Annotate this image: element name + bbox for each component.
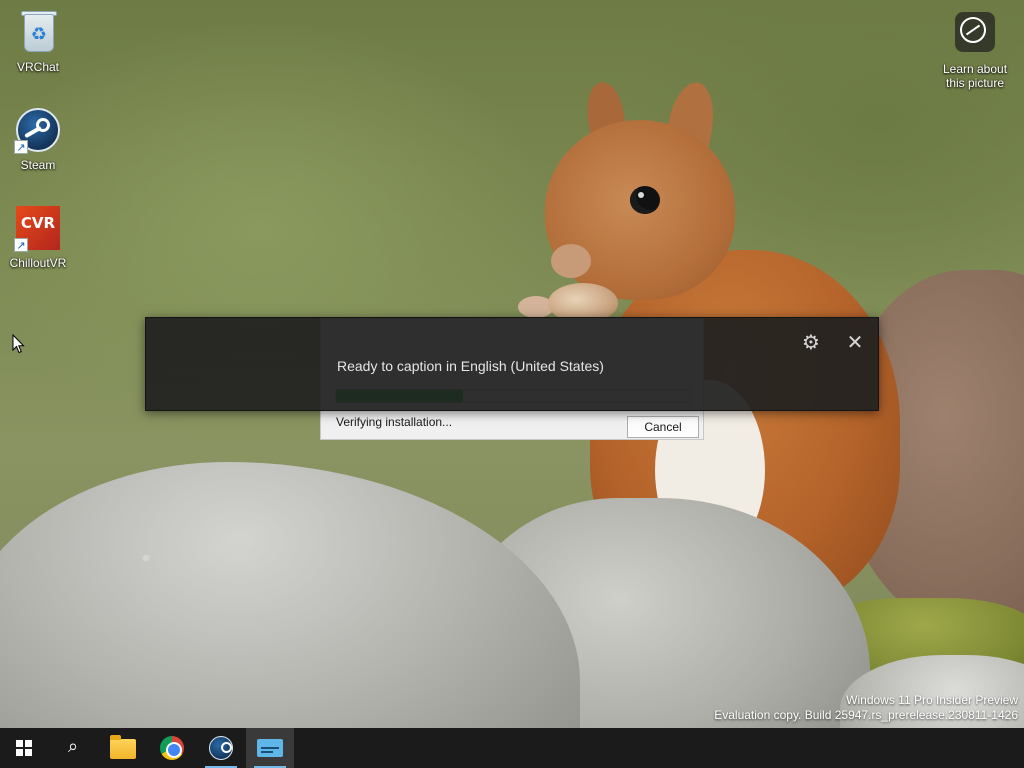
captions-status-text: Ready to caption in English (United Stat… xyxy=(337,358,604,374)
live-captions-window[interactable]: Ready to caption in English (United Stat… xyxy=(145,317,879,411)
taskbar-chrome[interactable] xyxy=(148,728,196,768)
close-icon[interactable]: ✕ xyxy=(844,331,866,353)
chilloutvr-icon: CVR ↗ xyxy=(14,204,62,252)
desktop-icon-steam[interactable]: ↗ Steam xyxy=(0,106,76,172)
desktop-icon-chilloutvr[interactable]: CVR ↗ ChilloutVR xyxy=(0,204,76,270)
wallpaper-squirrel-nose xyxy=(551,244,591,278)
watermark-edition: Windows 11 Pro Insider Preview xyxy=(846,693,1018,707)
installer-status-text: Verifying installation... xyxy=(336,415,453,429)
wallpaper-squirrel-eye xyxy=(630,186,660,214)
shortcut-arrow-icon: ↗ xyxy=(14,238,28,252)
desktop-icon-vrchat[interactable]: ♻ VRChat xyxy=(0,8,76,74)
cancel-button[interactable]: Cancel xyxy=(627,416,699,438)
windows-logo-icon xyxy=(16,740,32,756)
desktop-icon-label: Learn about this picture xyxy=(942,62,1008,90)
wallpaper-rock xyxy=(0,462,580,728)
steam-icon xyxy=(209,736,233,760)
taskbar-file-explorer[interactable] xyxy=(98,728,146,768)
shortcut-arrow-icon: ↗ xyxy=(14,140,28,154)
taskbar-steam[interactable] xyxy=(197,728,245,768)
gear-icon[interactable]: ⚙ xyxy=(800,331,822,353)
steam-icon: ↗ xyxy=(14,106,62,154)
folder-icon xyxy=(110,735,136,759)
live-captions-icon xyxy=(257,739,283,757)
taskbar: ⌕ xyxy=(0,728,1024,768)
spotlight-info-icon xyxy=(951,10,999,58)
desktop-icon-label: Steam xyxy=(20,158,56,172)
chrome-icon xyxy=(160,736,184,760)
watermark-build: Evaluation copy. Build 25947.rs_prerelea… xyxy=(714,708,1018,722)
recycle-bin-icon: ♻ xyxy=(14,8,62,56)
desktop-icon-label: VRChat xyxy=(16,60,60,74)
windows-watermark: Windows 11 Pro Insider Preview Evaluatio… xyxy=(714,693,1018,723)
taskbar-live-captions[interactable] xyxy=(246,728,294,768)
search-button[interactable]: ⌕ xyxy=(48,728,96,768)
start-button[interactable] xyxy=(0,728,48,768)
desktop-icon-label: ChilloutVR xyxy=(9,256,67,270)
search-icon: ⌕ xyxy=(67,736,79,757)
desktop-icon-learn-about-picture[interactable]: Learn about this picture xyxy=(934,10,1016,90)
